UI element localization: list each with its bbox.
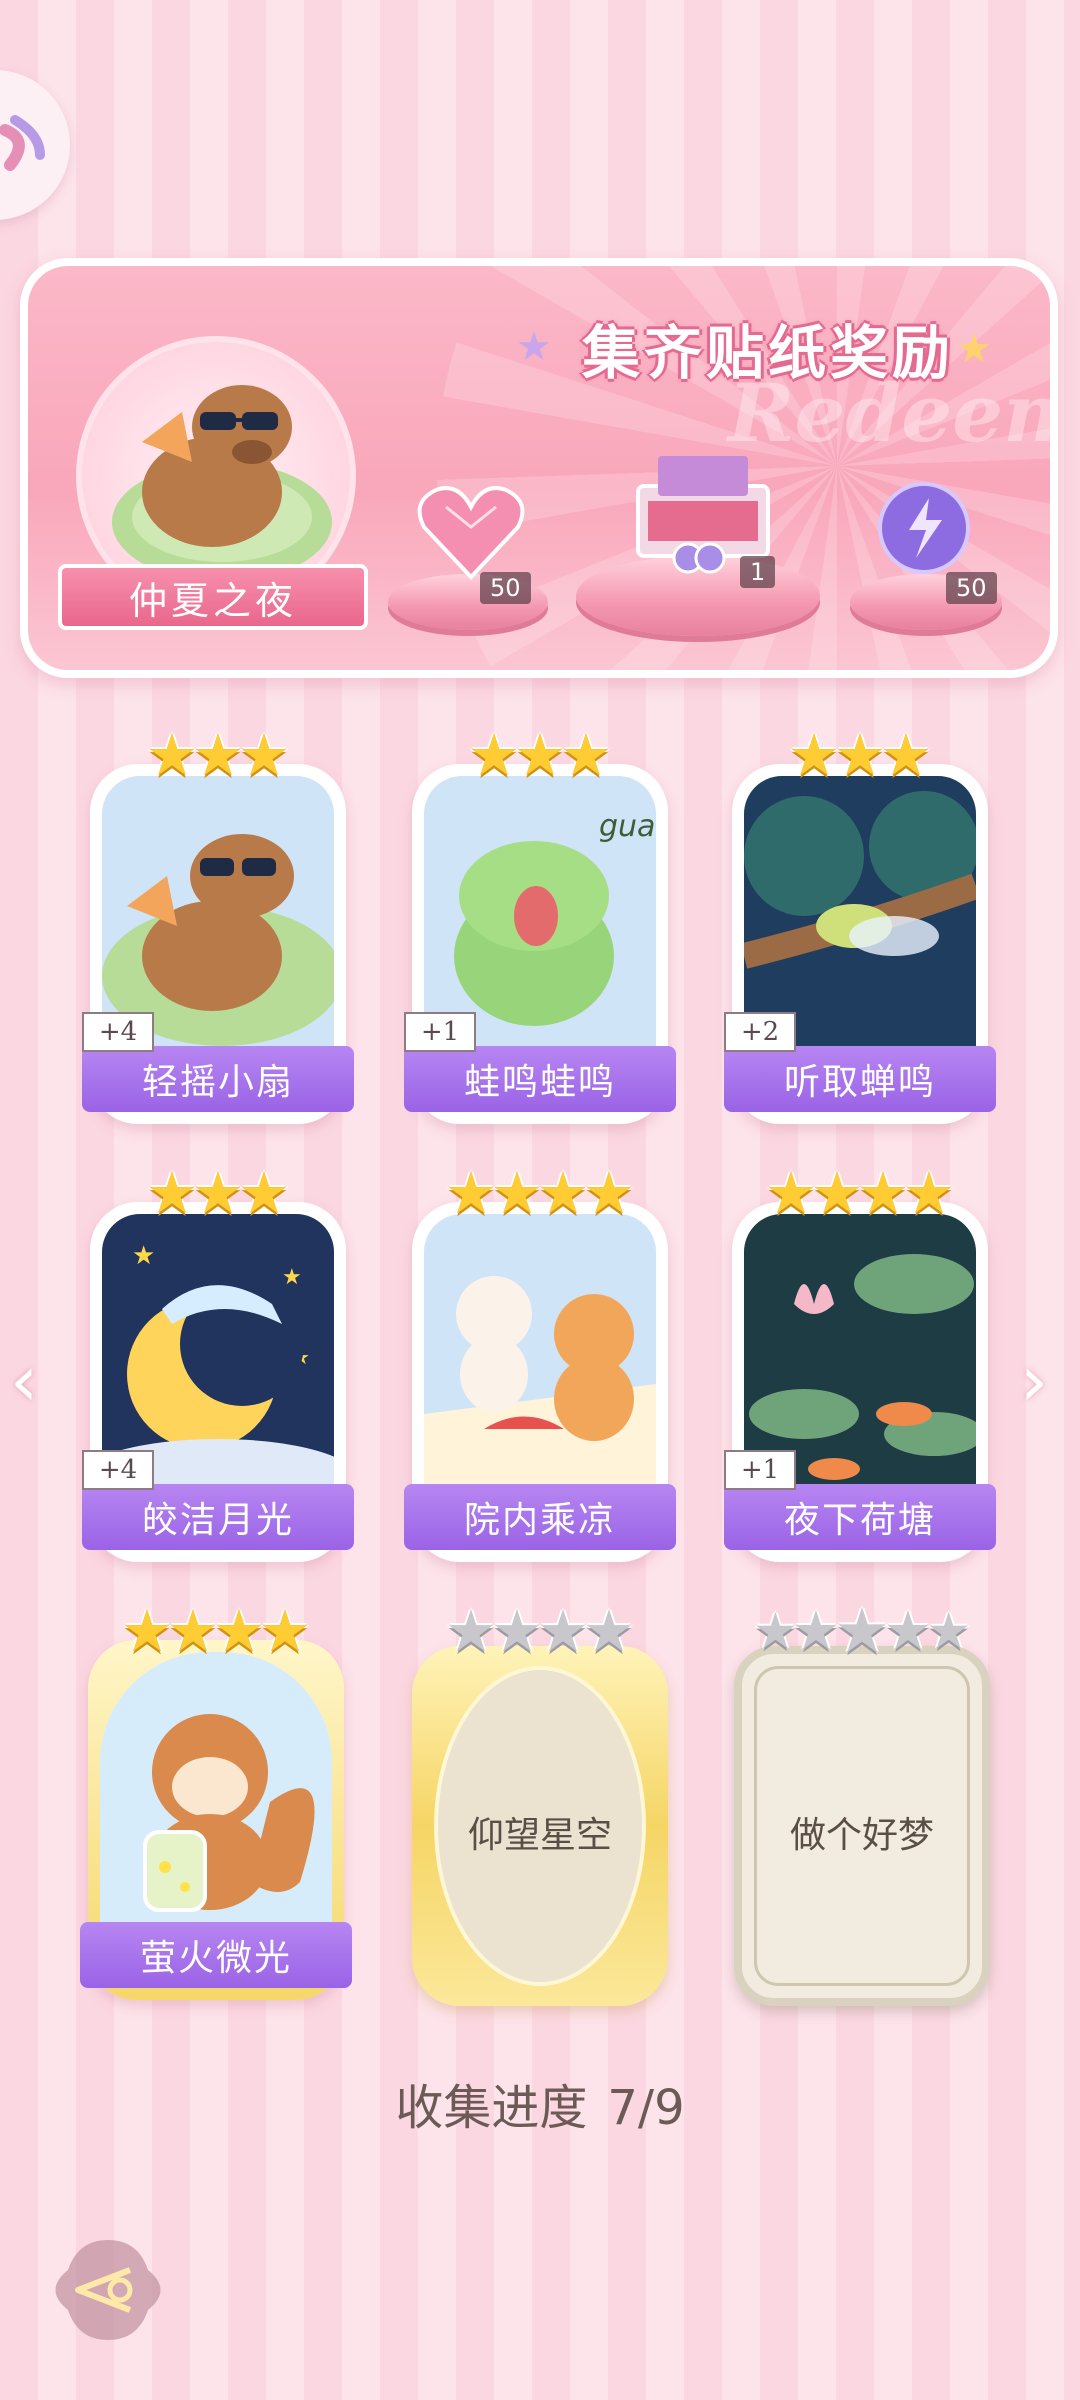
- card-title: 仰望星空: [467, 1815, 612, 1856]
- cats-picnic-icon: [424, 1276, 656, 1504]
- sticker-card[interactable]: 轻摇小扇 +4 ★ ★ ★: [82, 726, 354, 1124]
- star-icon: ★: [491, 1159, 543, 1227]
- hero-name-ribbon: 仲夏之夜: [58, 564, 368, 630]
- sticker-card[interactable]: 院内乘凉 ★ ★ ★ ★: [404, 1164, 676, 1562]
- duplicate-count-badge: +1: [724, 1450, 796, 1490]
- svg-text:★: ★: [132, 1241, 155, 1271]
- star-icon: ★: [880, 721, 932, 789]
- star-icon: ★: [883, 1599, 933, 1662]
- star-icon: ★: [834, 721, 886, 789]
- star-icon: ★: [926, 1602, 972, 1660]
- star-rating: ★ ★ ★ ★: [445, 1159, 635, 1227]
- star-icon: ★: [213, 1597, 265, 1665]
- star-icon: ★: [445, 1159, 497, 1227]
- petal-menu-icon: [0, 115, 45, 171]
- star-icon: ★: [834, 1594, 890, 1667]
- reward-banner: Redeem ★ 集齐贴纸奖励 ★ 仲夏之夜 50 1 50: [20, 258, 1058, 678]
- back-button[interactable]: [48, 2230, 168, 2350]
- star-icon: ★: [537, 1597, 589, 1665]
- star-icon: ★: [857, 1159, 909, 1227]
- sparkle-icon: ★: [956, 326, 992, 372]
- star-icon: ★: [791, 1599, 841, 1662]
- locked-sticker-card[interactable]: 做个好梦 ★ ★ ★ ★ ★: [734, 1600, 990, 2006]
- sticker-card[interactable]: 萤火微光 ★ ★ ★ ★: [80, 1602, 352, 2000]
- back-arrow-icon: [55, 2240, 161, 2340]
- star-rating: ★ ★ ★: [468, 721, 612, 789]
- frog-sound-text: gua: [599, 809, 655, 844]
- star-rating: ★ ★ ★: [146, 1159, 290, 1227]
- duplicate-count-badge: +2: [724, 1012, 796, 1052]
- star-rating: ★ ★ ★ ★: [445, 1597, 635, 1665]
- card-title: 萤火微光: [80, 1922, 352, 1988]
- card-title: 轻摇小扇: [82, 1046, 354, 1112]
- card-title: 夜下荷塘: [724, 1484, 996, 1550]
- star-icon: ★: [146, 721, 198, 789]
- card-title: 院内乘凉: [404, 1484, 676, 1550]
- star-icon: ★: [167, 1597, 219, 1665]
- star-icon: ★: [445, 1597, 497, 1665]
- reward-item-orb[interactable]: [874, 478, 974, 582]
- star-icon: ★: [583, 1597, 635, 1665]
- card-title: 听取蝉鸣: [724, 1046, 996, 1112]
- reward-qty: 1: [740, 556, 776, 588]
- star-icon: ★: [765, 1159, 817, 1227]
- sticker-card[interactable]: ★ ★ ★ 皎洁月光 +4 ★★★: [82, 1164, 354, 1562]
- star-rating: ★ ★ ★: [146, 721, 290, 789]
- sticker-card[interactable]: 夜下荷塘 +1 ★ ★ ★ ★: [724, 1164, 996, 1562]
- sticker-card[interactable]: gua 蛙鸣蛙鸣 +1 ★ ★ ★: [404, 726, 676, 1124]
- star-icon: ★: [583, 1159, 635, 1227]
- star-icon: ★: [811, 1159, 863, 1227]
- menu-corner-button[interactable]: [0, 70, 70, 220]
- star-rating: ★ ★ ★ ★: [121, 1597, 311, 1665]
- locked-sticker-card[interactable]: 仰望星空 ★ ★ ★ ★: [412, 1602, 668, 2006]
- star-icon: ★: [537, 1159, 589, 1227]
- star-icon: ★: [491, 1597, 543, 1665]
- card-art: [100, 1652, 332, 1942]
- sparkle-icon: ★: [516, 324, 552, 370]
- star-icon: ★: [259, 1597, 311, 1665]
- purple-energy-orb-icon: [878, 482, 970, 574]
- star-icon: ★: [468, 721, 520, 789]
- squirrel-jar-icon: [143, 1714, 315, 1912]
- prev-page-arrow[interactable]: ‹: [10, 1340, 38, 1422]
- star-rating: ★ ★ ★ ★ ★: [753, 1594, 972, 1667]
- duplicate-count-badge: +4: [82, 1450, 154, 1490]
- star-rating: ★ ★ ★: [788, 721, 932, 789]
- pink-heart-gem-icon: [417, 486, 525, 580]
- star-rating: ★ ★ ★ ★: [765, 1159, 955, 1227]
- star-icon: ★: [121, 1597, 173, 1665]
- card-title: 做个好梦: [789, 1815, 934, 1856]
- star-icon: ★: [146, 1159, 198, 1227]
- card-art: [424, 1214, 656, 1504]
- star-icon: ★: [192, 721, 244, 789]
- star-icon: ★: [788, 721, 840, 789]
- star-icon: ★: [514, 721, 566, 789]
- progress-value: 7/9: [607, 2080, 685, 2136]
- reward-qty: 50: [946, 572, 997, 604]
- card-title: 蛙鸣蛙鸣: [404, 1046, 676, 1112]
- star-icon: ★: [238, 1159, 290, 1227]
- svg-text:★: ★: [282, 1265, 302, 1290]
- reward-item-heart[interactable]: [416, 482, 526, 586]
- reward-qty: 50: [480, 572, 531, 604]
- banner-title: 集齐贴纸奖励: [581, 319, 954, 387]
- star-icon: ★: [903, 1159, 955, 1227]
- card-title: 皎洁月光: [82, 1484, 354, 1550]
- duplicate-count-badge: +4: [82, 1012, 154, 1052]
- collection-progress: 收集进度 7/9: [0, 2068, 1080, 2138]
- next-page-arrow[interactable]: ›: [1020, 1340, 1048, 1422]
- star-icon: ★: [238, 721, 290, 789]
- sticker-card[interactable]: 听取蝉鸣 +2 ★ ★ ★: [724, 726, 996, 1124]
- star-icon: ★: [192, 1159, 244, 1227]
- duplicate-count-badge: +1: [404, 1012, 476, 1052]
- star-icon: ★: [560, 721, 612, 789]
- progress-label: 收集进度: [395, 2080, 588, 2136]
